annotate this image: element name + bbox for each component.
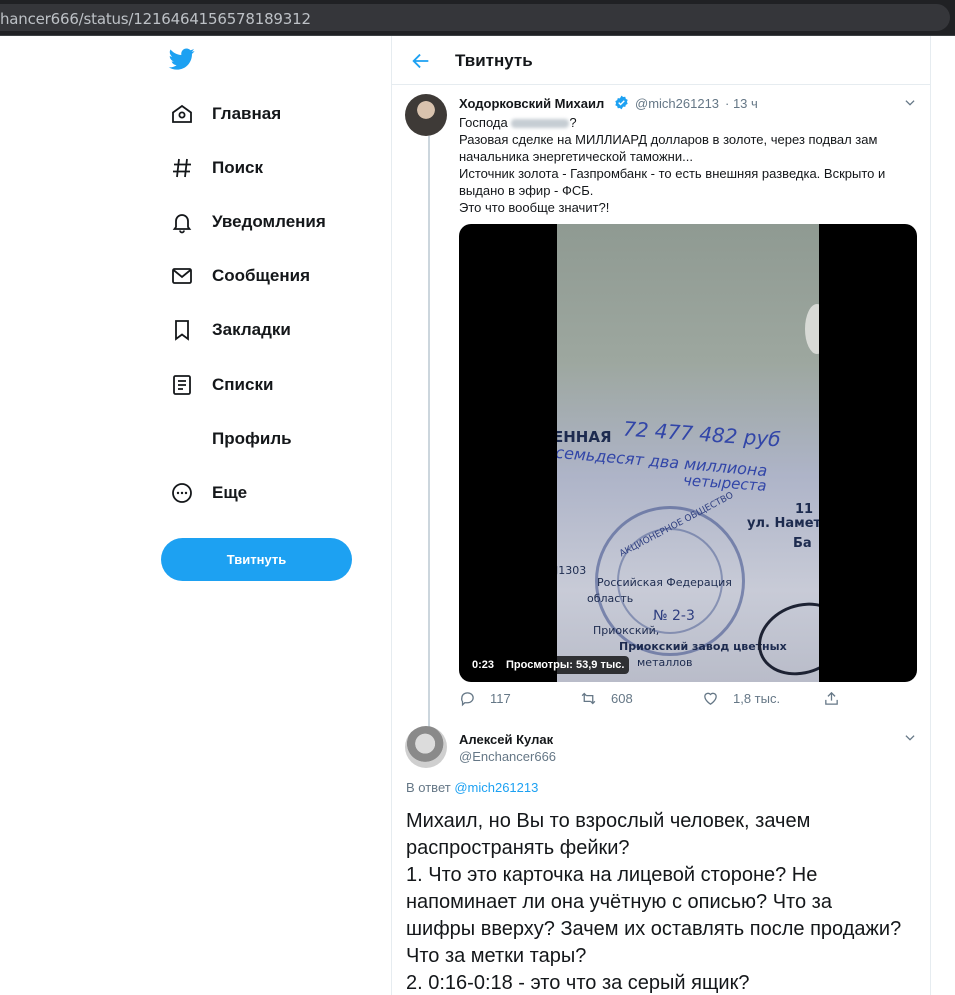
- like-button[interactable]: 1,8 тыс.: [702, 690, 780, 707]
- share-button[interactable]: [823, 690, 854, 707]
- nav-label-messages: Сообщения: [212, 266, 310, 285]
- nav-label-search: Поиск: [212, 158, 264, 177]
- reply-icon: [461, 692, 474, 707]
- signature-mark: [747, 590, 819, 682]
- bell-icon: [160, 210, 204, 234]
- retweet-icon: [581, 692, 596, 705]
- video-frame-text: 11: [795, 502, 814, 517]
- compose-tweet-button[interactable]: Твитнуть: [161, 538, 352, 581]
- video-player[interactable]: ЕННАЯ 72 477 482 руб семьдесят два милли…: [459, 224, 917, 682]
- nav-item-lists[interactable]: Списки: [160, 363, 360, 407]
- video-frame-text: № 2-3: [653, 608, 695, 624]
- twitter-logo-icon[interactable]: [168, 46, 196, 72]
- hashtag-icon: [160, 156, 204, 180]
- nav-label-lists: Списки: [212, 375, 274, 394]
- video-object: [805, 304, 819, 354]
- video-frame-text: 72 477 482 руб: [622, 416, 782, 452]
- nav-item-bookmarks[interactable]: Закладки: [160, 308, 360, 352]
- nav-item-more[interactable]: Еще: [160, 471, 360, 515]
- video-frame-text: область: [587, 592, 634, 605]
- list-icon: [160, 373, 204, 397]
- nav-item-search[interactable]: Поиск: [160, 146, 360, 190]
- heart-icon: [704, 692, 717, 705]
- tweet-text-line: Разовая сделке на МИЛЛИАРД долларов в зо…: [459, 132, 878, 147]
- nav-item-messages[interactable]: Сообщения: [160, 254, 360, 298]
- avatar[interactable]: [405, 726, 447, 768]
- video-frame-text: Ба: [793, 536, 812, 551]
- video-frame-text: Приокский,: [593, 624, 660, 637]
- browser-url-bar: hancer666/status/1216464156578189312: [0, 0, 955, 36]
- tweet-text: Господа ? Разовая сделке на МИЛЛИАРД дол…: [459, 114, 919, 216]
- nav-label-home: Главная: [212, 104, 282, 123]
- nav-item-home[interactable]: Главная: [160, 92, 360, 136]
- reply-to-mention[interactable]: @mich261213: [454, 780, 538, 795]
- share-icon: [825, 691, 838, 705]
- reply-text-line: Что за метки тары?: [406, 945, 587, 967]
- like-count: 1,8 тыс.: [733, 691, 781, 706]
- main-column: Твитнуть Ходорковский Михаил @mich261213…: [391, 36, 931, 995]
- video-frame-text: Российская Федерация: [597, 576, 732, 589]
- reply-text-line: шифры вверху? Зачем их оставлять после п…: [406, 918, 902, 940]
- blurred-text: [511, 119, 570, 129]
- video-duration-badge: 0:23: [467, 656, 500, 674]
- bookmark-icon: [160, 318, 204, 342]
- nav-label-bookmarks: Закладки: [212, 320, 291, 339]
- reply-author-name[interactable]: Алексей Кулак: [459, 732, 553, 747]
- reply-text-line: Михаил, но Вы то взрослый человек, зачем: [406, 810, 811, 832]
- tweet-text-line: Источник золота - Газпромбанк - то есть …: [459, 166, 886, 181]
- verified-badge-icon: [615, 95, 628, 110]
- retweet-count: 608: [611, 691, 633, 706]
- nav-label-notifications: Уведомления: [212, 212, 326, 231]
- nav-item-notifications[interactable]: Уведомления: [160, 200, 360, 244]
- tweet-timestamp[interactable]: · 13 ч: [725, 96, 758, 111]
- video-frame-text: J1303: [557, 564, 587, 577]
- nav-item-profile[interactable]: Профиль: [160, 417, 360, 461]
- tweet-text-line: Господа ?: [459, 115, 577, 130]
- video-frame: ЕННАЯ 72 477 482 руб семьдесят два милли…: [557, 224, 819, 682]
- tweet-text-line: выдано в эфир - ФСБ.: [459, 183, 594, 198]
- reply-text-line: 1. Что это карточка на лицевой стороне? …: [406, 864, 818, 886]
- page-header: Твитнуть: [392, 36, 931, 85]
- avatar[interactable]: [405, 94, 447, 136]
- back-arrow-icon[interactable]: [410, 50, 432, 72]
- reply-to-label: В ответ: [406, 780, 451, 795]
- retweet-button[interactable]: 608: [580, 690, 633, 707]
- chevron-down-icon[interactable]: [903, 731, 917, 745]
- tweet-text-line: Это что вообще значит?!: [459, 200, 610, 215]
- video-frame-text: ул. Намет: [747, 516, 819, 531]
- home-icon: [160, 102, 204, 126]
- nav-label-more: Еще: [212, 483, 248, 502]
- video-frame-text: металлов: [637, 656, 693, 669]
- reply-text-line: распространять фейки?: [406, 837, 630, 859]
- tweet-author-handle[interactable]: @mich261213: [635, 96, 719, 111]
- tweet-actions: 117 608 1,8 тыс.: [459, 690, 919, 710]
- reply-text: Михаил, но Вы то взрослый человек, зачем…: [406, 808, 926, 995]
- url-text: hancer666/status/1216464156578189312: [0, 10, 311, 28]
- video-views-badge: Просмотры: 53,9 тыс.: [501, 656, 630, 674]
- tweet-author-name[interactable]: Ходорковский Михаил: [459, 96, 604, 111]
- chevron-down-icon[interactable]: [903, 96, 917, 110]
- reply-to-line: В ответ @mich261213: [406, 780, 538, 795]
- thread-line: [428, 136, 430, 746]
- reply-text-line: 2. 0:16-0:18 - это что за серый ящик?: [406, 972, 750, 994]
- more-icon: [160, 481, 204, 505]
- nav-label-profile: Профиль: [212, 429, 292, 448]
- page-title: Твитнуть: [455, 51, 533, 70]
- reply-text-line: напоминает ли она учётную с описью? Что …: [406, 891, 832, 913]
- mail-icon: [160, 264, 204, 288]
- reply-author-handle[interactable]: @Enchancer666: [459, 749, 556, 764]
- reply-button[interactable]: 117: [459, 690, 511, 707]
- tweet-text-line: начальника энергетической таможни...: [459, 149, 693, 164]
- reply-count: 117: [490, 691, 511, 706]
